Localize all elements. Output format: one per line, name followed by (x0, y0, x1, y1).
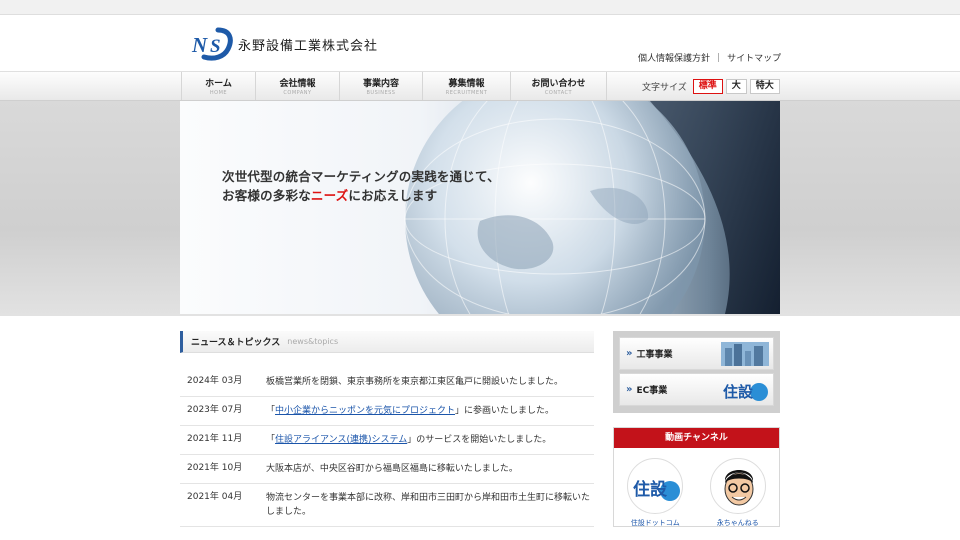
news-link-project[interactable]: 中小企業からニッポンを元気にプロジェクト (275, 406, 455, 416)
hero-banner: 次世代型の統合マーケティングの実践を通じて、 お客様の多彩なニーズにお応えします (180, 101, 780, 314)
font-size-standard-button[interactable]: 標準 (692, 79, 723, 94)
globe-image (404, 101, 780, 314)
news-item: 2021年 11月 「住設アライアンス(連携)システム」のサービスを開始いたしま… (180, 426, 594, 455)
news-date: 2021年 10月 (187, 463, 243, 473)
utility-separator: | (717, 52, 721, 63)
news-date: 2023年 07月 (187, 405, 243, 415)
news-link-alliance[interactable]: 住設アライアンス(連携)システム (275, 435, 407, 445)
person-avatar-icon (709, 458, 766, 514)
video-channel-jyusetsu[interactable]: 住設 住設ドットコム (627, 458, 684, 526)
hero-emphasis: ニーズ (310, 188, 349, 203)
font-size-xlarge-button[interactable]: 特大 (749, 79, 780, 94)
top-strip (0, 0, 960, 15)
logo-mark-icon: N S (190, 27, 234, 61)
news-text: 「住設アライアンス(連携)システム」のサービスを開始いたしました。 (266, 435, 552, 445)
jyusetsu-logo-icon: 住設 (721, 378, 769, 402)
news-title: ニュース＆トピックス (191, 338, 281, 348)
news-text: 物流センターを事業本部に改称、岸和田市三田町から岸和田市土生町に移転いたしました… (266, 493, 591, 517)
svg-text:住設: 住設 (633, 479, 668, 500)
company-name: 永野設備工業株式会社 (238, 38, 379, 54)
svg-text:S: S (210, 36, 221, 57)
svg-text:住設: 住設 (723, 383, 754, 401)
sitemap-link[interactable]: サイトマップ (727, 51, 781, 64)
global-nav: ホーム HOME 会社情報 COMPANY 事業内容 BUSINESS 募集情報 REC… (181, 72, 607, 100)
company-logo[interactable]: N S 永野設備工業株式会社 (190, 27, 378, 61)
news-header: ニュース＆トピックス news&topics (180, 331, 594, 353)
nav-recruitment[interactable]: 募集情報 RECRUITMENT (422, 72, 510, 100)
news-item: 2023年 07月 「中小企業からニッポンを元気にプロジェクト」に参画いたしまし… (180, 397, 594, 426)
news-item: 2021年 04月 物流センターを事業本部に改称、岸和田市三田町から岸和田市土生… (180, 484, 594, 527)
font-size-large-button[interactable]: 大 (725, 79, 747, 94)
privacy-policy-link[interactable]: 個人情報保護方針 (638, 51, 710, 64)
chevron-right-icon: » (626, 348, 633, 359)
news-section: ニュース＆トピックス news&topics 2024年 03月 板橋営業所を閉… (180, 331, 594, 527)
news-date: 2021年 11月 (187, 434, 243, 444)
news-text: 大阪本店が、中央区谷町から福島区福島に移転いたしました。 (266, 464, 518, 474)
nav-company[interactable]: 会社情報 COMPANY (255, 72, 339, 100)
jyusetsu-channel-icon: 住設 (627, 458, 684, 514)
business-banners: » 工事事業 » EC事業 住設 (613, 331, 780, 413)
building-icon (721, 342, 769, 366)
chevron-right-icon: » (626, 384, 633, 395)
news-text: 「中小企業からニッポンを元気にプロジェクト」に参画いたしました。 (266, 406, 555, 416)
ec-business-banner[interactable]: » EC事業 住設 (619, 373, 774, 406)
news-date: 2021年 04月 (187, 492, 243, 502)
font-size-switcher: 文字サイズ 標準 大 特大 (642, 79, 780, 94)
nav-business[interactable]: 事業内容 BUSINESS (339, 72, 422, 100)
svg-text:N: N (191, 33, 208, 57)
video-channel-title: 動画チャンネル (614, 428, 779, 448)
global-nav-bar: ホーム HOME 会社情報 COMPANY 事業内容 BUSINESS 募集情報 REC… (0, 71, 960, 101)
news-text: 板橋営業所を閉鎖、東京事務所を東京都江東区亀戸に開設いたしました。 (266, 377, 564, 387)
hero-catchcopy: 次世代型の統合マーケティングの実践を通じて、 お客様の多彩なニーズにお応えします (222, 169, 500, 203)
video-channel-box: 動画チャンネル 住設 住設ドットコム 永ちゃんねる (613, 427, 780, 527)
news-subtitle: news&topics (287, 337, 339, 346)
news-list: 2024年 03月 板橋営業所を閉鎖、東京事務所を東京都江東区亀戸に開設いたしま… (180, 368, 594, 527)
news-date: 2024年 03月 (187, 376, 243, 386)
sidebar: » 工事事業 » EC事業 住設 動画チャンネル 住設 住設ドットコム 永ちゃん… (613, 331, 780, 527)
video-channel-nagachan[interactable]: 永ちゃんねる (709, 458, 766, 526)
news-item: 2021年 10月 大阪本店が、中央区谷町から福島区福島に移転いたしました。 (180, 455, 594, 484)
nav-home[interactable]: ホーム HOME (181, 72, 255, 100)
site-header: N S 永野設備工業株式会社 個人情報保護方針 | サイトマップ (0, 15, 960, 71)
font-size-label: 文字サイズ (642, 83, 687, 93)
utility-links: 個人情報保護方針 | サイトマップ (638, 51, 781, 65)
news-item: 2024年 03月 板橋営業所を閉鎖、東京事務所を東京都江東区亀戸に開設いたしま… (180, 368, 594, 397)
nav-contact[interactable]: お問い合わせ CONTACT (510, 72, 607, 100)
construction-business-banner[interactable]: » 工事事業 (619, 337, 774, 370)
